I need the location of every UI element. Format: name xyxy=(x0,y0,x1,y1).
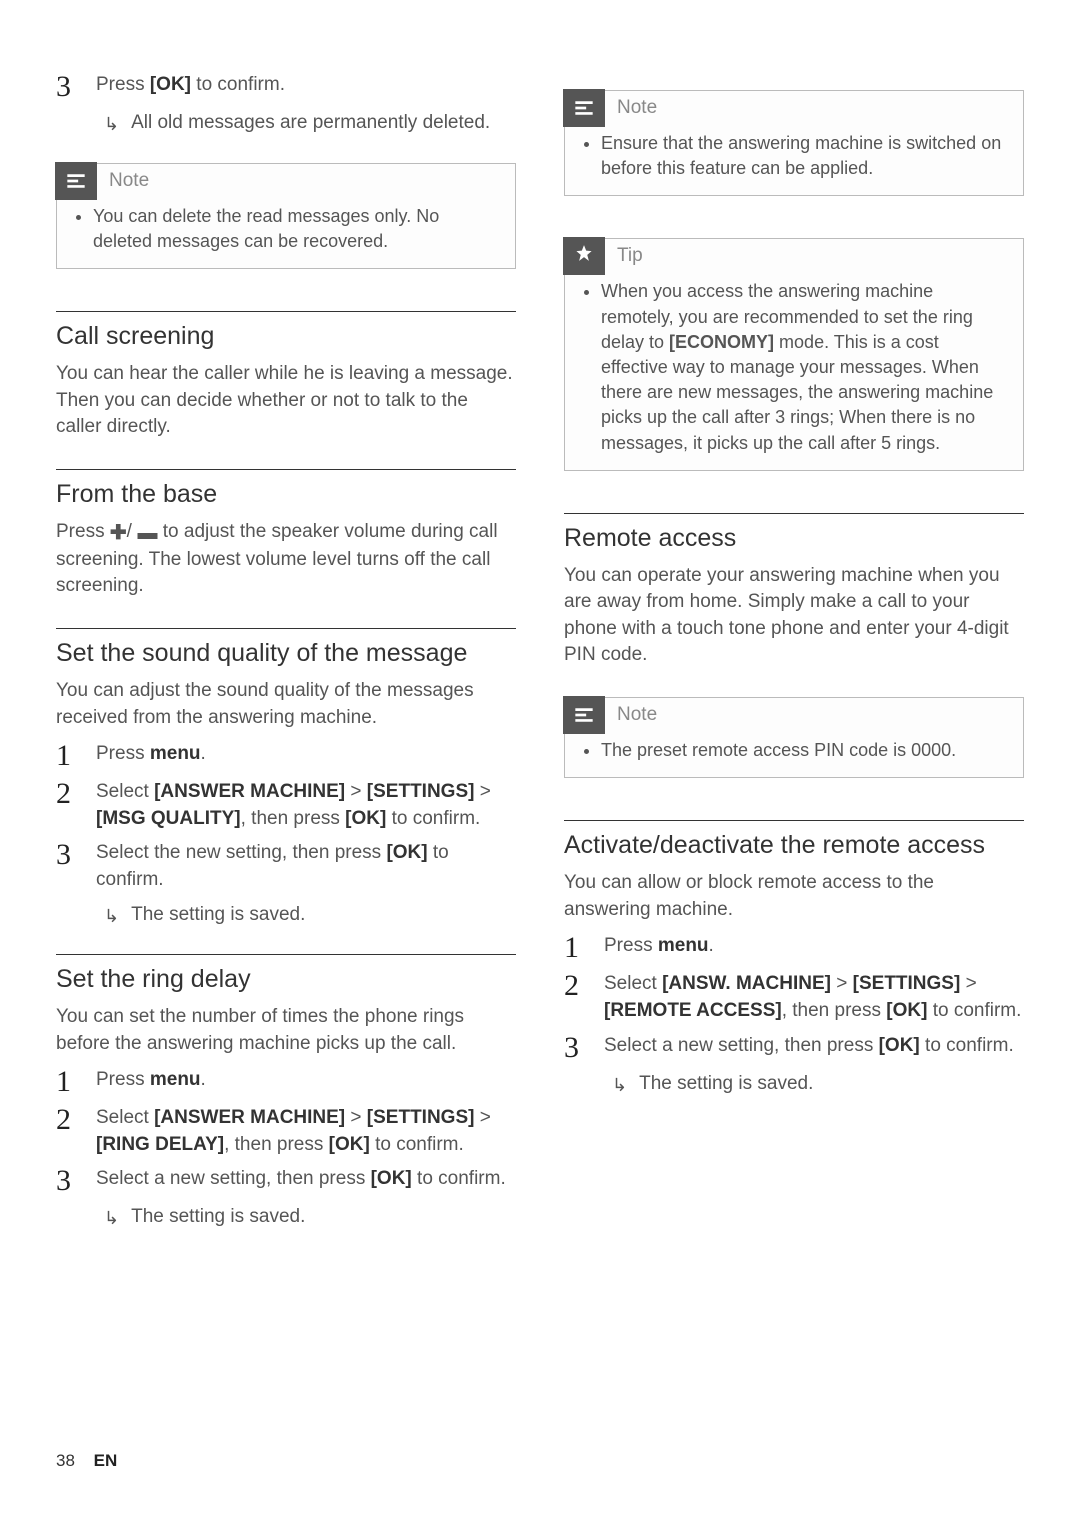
ra-result: ↳ The setting is saved. xyxy=(612,1071,1024,1098)
note-icon xyxy=(563,696,605,734)
rd-step-2: 2 Select [ANSWER MACHINE] > [SETTINGS] >… xyxy=(56,1105,516,1158)
heading-sound-quality: Set the sound quality of the message xyxy=(56,639,516,668)
note-title: Note xyxy=(109,170,149,192)
step-number: 3 xyxy=(56,72,76,102)
step-text: Press [OK] to confirm. xyxy=(96,72,285,99)
sq-result: ↳ The setting is saved. xyxy=(104,902,516,929)
paragraph: You can operate your answering machine w… xyxy=(564,563,1024,669)
result-arrow-icon: ↳ xyxy=(612,1075,627,1096)
paragraph: You can set the number of times the phon… xyxy=(56,1004,516,1057)
sq-step-1: 1 Press menu. xyxy=(56,741,516,771)
ra-step-2: 2 Select [ANSW. MACHINE] > [SETTINGS] > … xyxy=(564,971,1024,1024)
tip-callout: Tip When you access the answering machin… xyxy=(564,238,1024,470)
paragraph: Press ✚/ ▬ to adjust the speaker volume … xyxy=(56,519,516,600)
step-3: 3 Press [OK] to confirm. xyxy=(56,72,516,102)
note-item: You can delete the read messages only. N… xyxy=(93,204,499,254)
divider xyxy=(564,820,1024,821)
heading-from-base: From the base xyxy=(56,480,516,509)
paragraph: You can hear the caller while he is leav… xyxy=(56,361,516,441)
tip-icon xyxy=(563,237,605,275)
plus-icon: ✚ xyxy=(110,522,127,544)
paragraph: You can adjust the sound quality of the … xyxy=(56,678,516,731)
heading-remote-access: Remote access xyxy=(564,524,1024,553)
ra-step-3: 3 Select a new setting, then press [OK] … xyxy=(564,1033,1024,1063)
note-callout: Note The preset remote access PIN code i… xyxy=(564,697,1024,778)
tip-item: When you access the answering machine re… xyxy=(601,279,1007,455)
note-title: Note xyxy=(617,97,657,119)
sq-step-3: 3 Select the new setting, then press [OK… xyxy=(56,840,516,893)
result-arrow-icon: ↳ xyxy=(104,114,119,135)
note-icon xyxy=(55,162,97,200)
note-callout: Note Ensure that the answering machine i… xyxy=(564,90,1024,196)
minus-icon: ▬ xyxy=(132,522,158,544)
heading-activate: Activate/deactivate the remote access xyxy=(564,831,1024,860)
divider xyxy=(564,513,1024,514)
heading-call-screening: Call screening xyxy=(56,322,516,351)
note-icon xyxy=(563,89,605,127)
divider xyxy=(56,628,516,629)
page-number: 38 xyxy=(56,1451,75,1470)
tip-title: Tip xyxy=(617,245,643,267)
paragraph: You can allow or block remote access to … xyxy=(564,870,1024,923)
left-column: 3 Press [OK] to confirm. ↳ All old messa… xyxy=(56,72,516,1239)
rd-result: ↳ The setting is saved. xyxy=(104,1204,516,1231)
result-arrow-icon: ↳ xyxy=(104,906,119,927)
right-column: Note Ensure that the answering machine i… xyxy=(564,72,1024,1239)
divider xyxy=(56,311,516,312)
page-footer: 38 EN xyxy=(56,1451,117,1471)
note-item: Ensure that the answering machine is swi… xyxy=(601,131,1007,181)
note-title: Note xyxy=(617,704,657,726)
divider xyxy=(56,469,516,470)
note-callout: Note You can delete the read messages on… xyxy=(56,163,516,269)
step-result: ↳ All old messages are permanently delet… xyxy=(104,110,516,137)
rd-step-3: 3 Select a new setting, then press [OK] … xyxy=(56,1166,516,1196)
sq-step-2: 2 Select [ANSWER MACHINE] > [SETTINGS] >… xyxy=(56,779,516,832)
rd-step-1: 1 Press menu. xyxy=(56,1067,516,1097)
note-item: The preset remote access PIN code is 000… xyxy=(601,738,1007,763)
result-arrow-icon: ↳ xyxy=(104,1208,119,1229)
heading-ring-delay: Set the ring delay xyxy=(56,965,516,994)
divider xyxy=(56,954,516,955)
language-code: EN xyxy=(94,1451,118,1470)
ra-step-1: 1 Press menu. xyxy=(564,933,1024,963)
